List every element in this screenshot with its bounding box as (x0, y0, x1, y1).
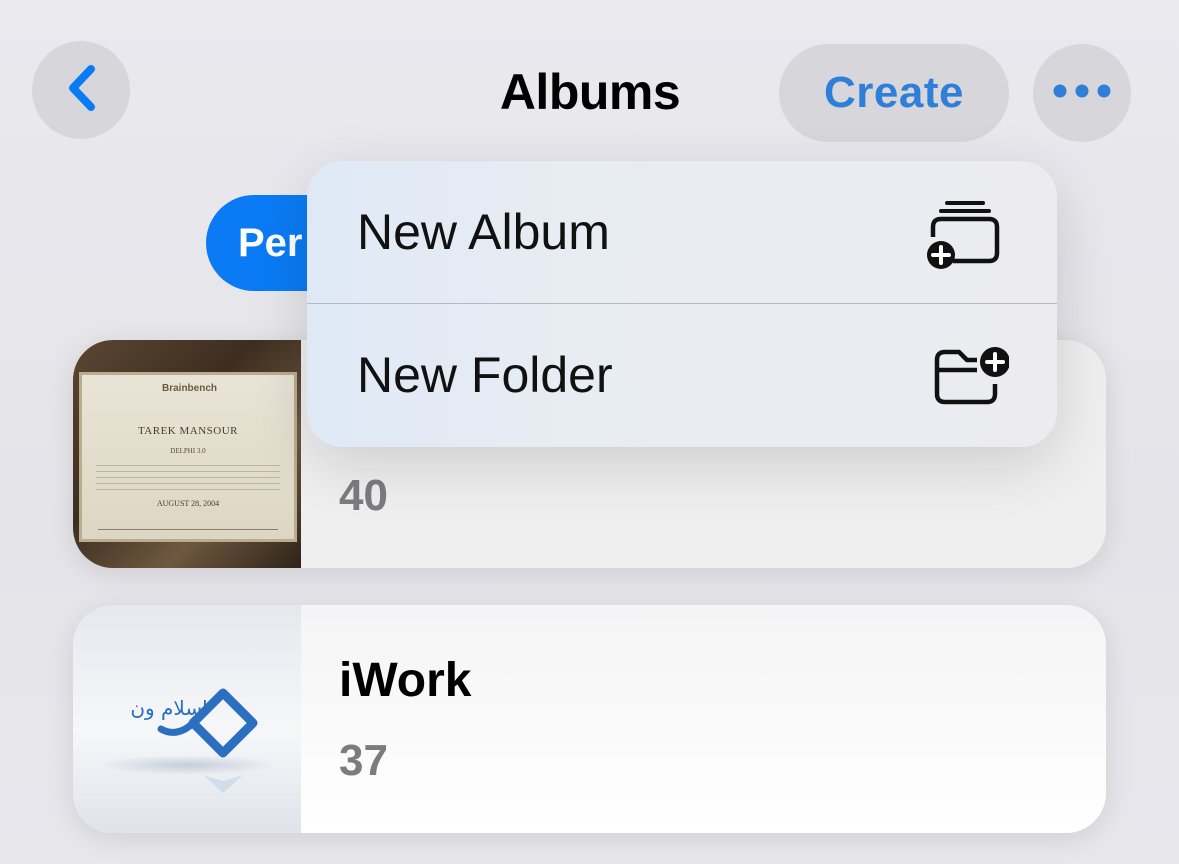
islamone-logo-icon: اسلام ون (130, 688, 258, 793)
certificate-subtitle: DELPHI 3.0 (170, 447, 206, 455)
menu-item-new-album[interactable]: New Album (307, 161, 1057, 303)
create-menu: New Album New Folder (307, 161, 1057, 447)
menu-item-label: New Folder (357, 347, 613, 403)
certificate-date: AUGUST 28, 2004 (156, 499, 220, 508)
more-options-button[interactable] (1033, 44, 1131, 142)
logo-reflection (97, 755, 277, 775)
stacked-album-plus-icon (925, 197, 1005, 276)
menu-item-label: New Album (357, 204, 610, 260)
certificate-text-lines (96, 465, 280, 493)
album-title: iWork (339, 654, 472, 707)
menu-item-new-folder[interactable]: New Folder (307, 304, 1057, 446)
create-button[interactable]: Create (779, 44, 1009, 142)
certificate-logo: Brainbench (162, 383, 218, 394)
certificate-name: TAREK MANSOUR (137, 425, 239, 437)
certificate-signatures (98, 519, 278, 530)
logo-text: اسلام ون (130, 696, 207, 720)
segment-label: Per (238, 221, 303, 265)
ellipsis-icon (1052, 83, 1112, 104)
certificate-image: Brainbench TAREK MANSOUR DELPHI 3.0 AUGU… (79, 372, 297, 542)
album-thumbnail: Brainbench TAREK MANSOUR DELPHI 3.0 AUGU… (73, 340, 301, 568)
album-card[interactable]: اسلام ون iWork 37 (73, 605, 1106, 833)
album-count: 37 (339, 736, 388, 785)
back-button[interactable] (32, 41, 130, 139)
album-thumbnail: اسلام ون (73, 605, 301, 833)
page-title: Albums (499, 64, 681, 120)
folder-plus-icon (925, 340, 1010, 415)
album-count: 40 (339, 471, 388, 520)
chevron-left-icon (61, 63, 101, 118)
